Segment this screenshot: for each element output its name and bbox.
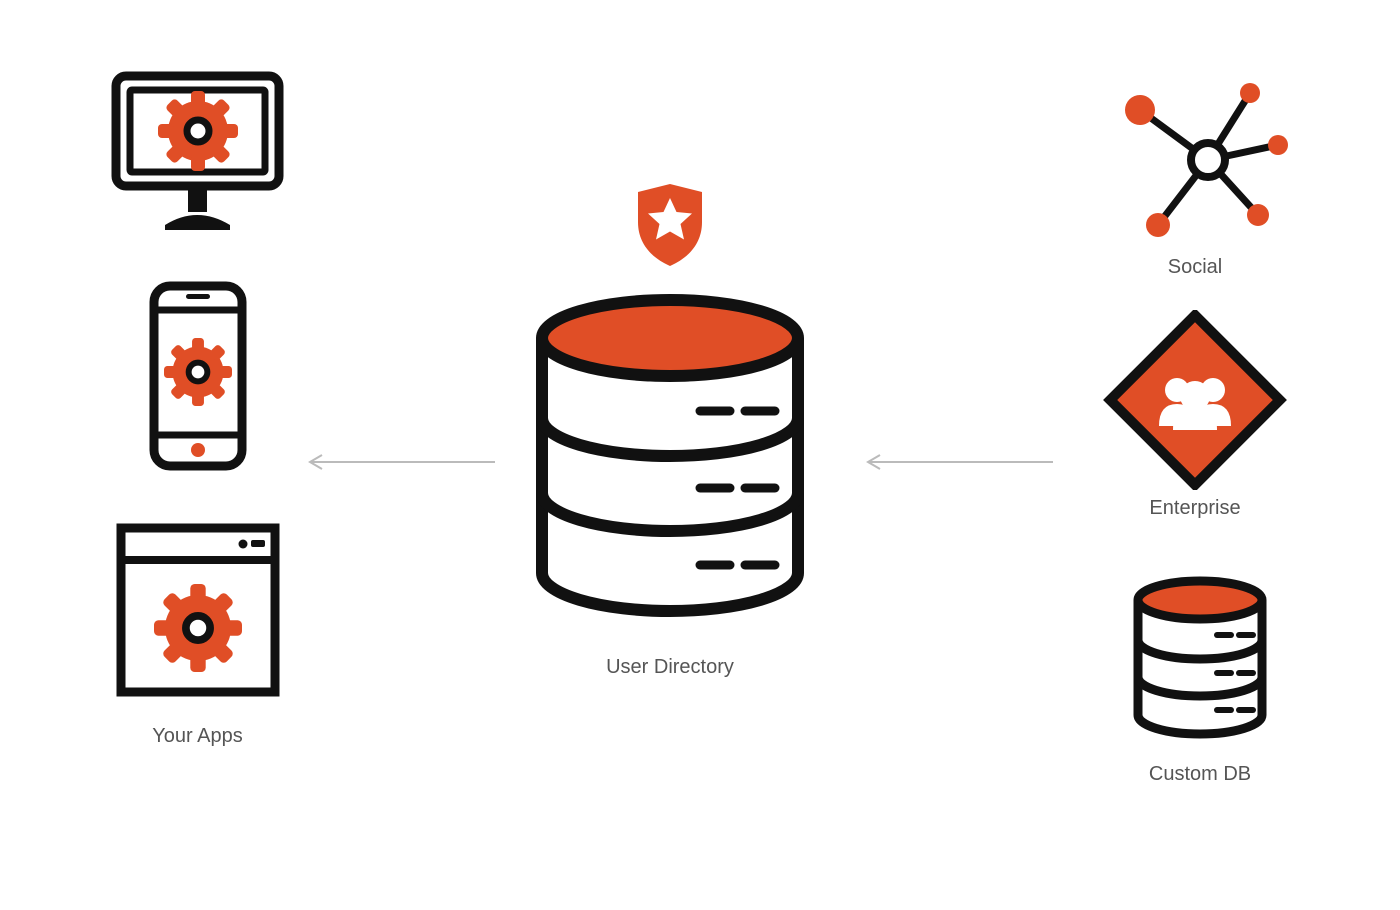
user-directory-column: User Directory: [520, 180, 820, 679]
auth0-shield-icon: [630, 180, 710, 275]
desktop-app-icon: [110, 70, 285, 240]
social-network-icon: [1100, 75, 1290, 250]
arrow-to-directory-icon: [858, 452, 1058, 453]
custom-db-block: Custom DB: [1125, 575, 1275, 786]
custom-db-label: Custom DB: [1149, 763, 1251, 786]
enterprise-diamond-icon: [1095, 310, 1295, 495]
enterprise-label: Enterprise: [1149, 497, 1240, 520]
your-apps-column: Your Apps: [110, 70, 285, 748]
user-directory-label: User Directory: [606, 656, 734, 679]
user-directory-database-icon: [520, 293, 820, 638]
custom-database-icon: [1125, 575, 1275, 755]
arrow-to-apps-icon: [300, 452, 500, 453]
social-label: Social: [1168, 256, 1222, 279]
mobile-app-icon: [138, 280, 258, 480]
social-connections-block: Social: [1100, 75, 1290, 279]
your-apps-label: Your Apps: [152, 725, 242, 748]
enterprise-connections-block: Enterprise: [1095, 310, 1295, 520]
web-app-icon: [113, 520, 283, 705]
